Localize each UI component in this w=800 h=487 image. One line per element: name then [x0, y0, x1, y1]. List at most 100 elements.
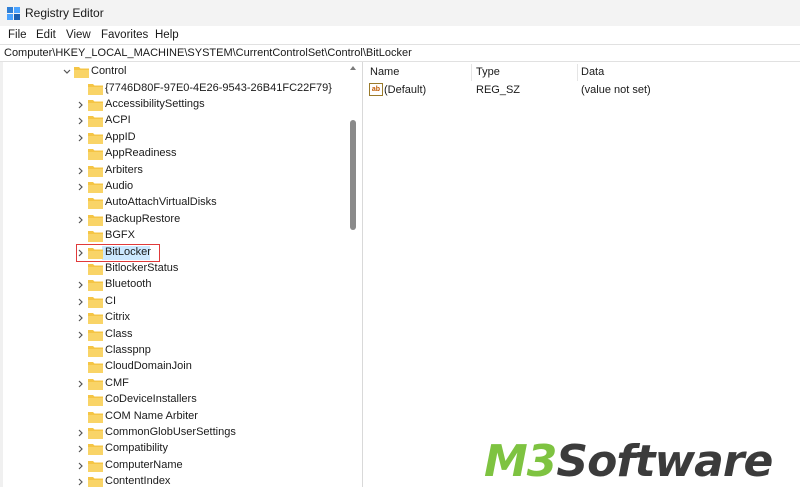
folder-icon: [88, 411, 103, 423]
chevron-right-icon[interactable]: [76, 458, 86, 474]
folder-icon: [88, 214, 103, 226]
folder-icon: [88, 83, 103, 95]
tree-node-label: AccessibilitySettings: [105, 97, 205, 110]
column-divider[interactable]: [577, 64, 578, 81]
chevron-down-icon[interactable]: [62, 64, 72, 80]
tree-node-label: Compatibility: [105, 442, 168, 455]
value-name: (Default): [384, 84, 427, 96]
tree-node-label: Classpnp: [105, 343, 151, 356]
tree-node[interactable]: CI: [0, 294, 347, 310]
folder-icon: [88, 116, 103, 128]
chevron-right-icon[interactable]: [76, 130, 86, 146]
value-type: REG_SZ: [476, 84, 521, 96]
registry-editor-icon: [7, 7, 20, 20]
tree-node[interactable]: BitlockerStatus: [0, 261, 347, 277]
tree-node-label: Arbiters: [105, 163, 143, 176]
value-data: (value not set): [581, 84, 651, 96]
values-pane[interactable]: Name Type Data ab (Default) REG_SZ (valu…: [363, 62, 800, 487]
scroll-up-arrow-icon[interactable]: [350, 66, 356, 70]
tree-node[interactable]: {7746D80F-97E0-4E26-9543-26B41FC22F79}: [0, 81, 347, 97]
folder-icon: [88, 165, 103, 177]
watermark-prefix: M3: [484, 436, 557, 487]
folder-icon: [88, 99, 103, 111]
tree-node[interactable]: CMF: [0, 376, 347, 392]
tree-scrollbar-thumb[interactable]: [350, 120, 356, 230]
tree-node[interactable]: AppID: [0, 130, 347, 146]
tree-node[interactable]: AutoAttachVirtualDisks: [0, 195, 347, 211]
tree-node[interactable]: ACPI: [0, 113, 347, 129]
folder-icon: [88, 329, 103, 341]
tree-node[interactable]: AccessibilitySettings: [0, 97, 347, 113]
column-header-name[interactable]: Name: [370, 66, 399, 78]
tree-node-label: CMF: [105, 376, 129, 389]
tree-node-label: Control: [91, 65, 127, 77]
column-divider[interactable]: [471, 64, 472, 81]
folder-icon: [88, 247, 103, 259]
folder-icon: [88, 427, 103, 439]
column-header-data[interactable]: Data: [581, 66, 604, 78]
tree-node[interactable]: Bluetooth: [0, 277, 347, 293]
tree-node[interactable]: CoDeviceInstallers: [0, 392, 347, 408]
tree-node-label: CI: [105, 294, 116, 307]
tree-node-label: Bluetooth: [105, 278, 152, 291]
tree-node-label: Class: [105, 327, 133, 340]
tree-node[interactable]: Class: [0, 327, 347, 343]
chevron-right-icon[interactable]: [76, 212, 86, 228]
address-path[interactable]: Computer\HKEY_LOCAL_MACHINE\SYSTEM\Curre…: [4, 47, 412, 59]
chevron-right-icon[interactable]: [76, 113, 86, 129]
tree-node-label: CommonGlobUserSettings: [105, 425, 236, 438]
tree-node[interactable]: CloudDomainJoin: [0, 359, 347, 375]
tree-node[interactable]: BitLocker: [0, 243, 347, 262]
tree-node-label: ComputerName: [105, 458, 183, 471]
folder-icon: [88, 132, 103, 144]
tree-node[interactable]: Citrix: [0, 310, 347, 326]
title-bar: Registry Editor: [0, 0, 800, 26]
tree-node-label: BitlockerStatus: [105, 261, 179, 274]
watermark-suffix: Software: [556, 436, 773, 487]
chevron-right-icon[interactable]: [76, 179, 86, 195]
menu-view[interactable]: View: [66, 29, 91, 41]
tree-node[interactable]: COM Name Arbiter: [0, 409, 347, 425]
tree-node-label: {7746D80F-97E0-4E26-9543-26B41FC22F79}: [105, 81, 332, 94]
tree-node-label: COM Name Arbiter: [105, 409, 198, 422]
menu-file[interactable]: File: [8, 29, 27, 41]
folder-icon: [88, 395, 103, 407]
folder-open-icon: [74, 67, 89, 78]
folder-icon: [88, 280, 103, 292]
tree-node-control[interactable]: Control: [0, 64, 347, 80]
chevron-right-icon[interactable]: [76, 441, 86, 457]
tree-node-label: BitLocker: [105, 245, 151, 258]
tree-node[interactable]: Arbiters: [0, 163, 347, 179]
tree-node-label: BGFX: [105, 229, 135, 242]
tree-node[interactable]: Audio: [0, 179, 347, 195]
tree-node[interactable]: Compatibility: [0, 441, 347, 457]
tree-node-label: CoDeviceInstallers: [105, 393, 197, 406]
menu-favorites[interactable]: Favorites: [101, 29, 148, 41]
folder-icon: [88, 263, 103, 275]
tree-pane[interactable]: Control {7746D80F-97E0-4E26-9543-26B41FC…: [0, 62, 363, 487]
chevron-right-icon[interactable]: [76, 474, 86, 487]
address-bar[interactable]: Computer\HKEY_LOCAL_MACHINE\SYSTEM\Curre…: [0, 44, 800, 62]
chevron-right-icon[interactable]: [76, 163, 86, 179]
folder-icon: [88, 296, 103, 308]
tree-node[interactable]: BackupRestore: [0, 212, 347, 228]
folder-icon: [88, 444, 103, 456]
chevron-right-icon[interactable]: [76, 376, 86, 392]
menu-help[interactable]: Help: [155, 29, 179, 41]
chevron-right-icon[interactable]: [76, 97, 86, 113]
tree-node[interactable]: ComputerName: [0, 458, 347, 474]
column-header-type[interactable]: Type: [476, 66, 500, 78]
tree-node[interactable]: Classpnp: [0, 343, 347, 359]
chevron-right-icon[interactable]: [76, 277, 86, 293]
tree-node[interactable]: AppReadiness: [0, 146, 347, 162]
chevron-right-icon[interactable]: [76, 294, 86, 310]
tree-node[interactable]: ContentIndex: [0, 474, 347, 487]
tree-node[interactable]: BGFX: [0, 228, 347, 244]
tree-left-edge: [0, 62, 3, 487]
chevron-right-icon[interactable]: [76, 425, 86, 441]
chevron-right-icon[interactable]: [76, 327, 86, 343]
tree-node[interactable]: CommonGlobUserSettings: [0, 425, 347, 441]
menu-edit[interactable]: Edit: [36, 29, 56, 41]
folder-icon: [88, 313, 103, 325]
chevron-right-icon[interactable]: [76, 310, 86, 326]
